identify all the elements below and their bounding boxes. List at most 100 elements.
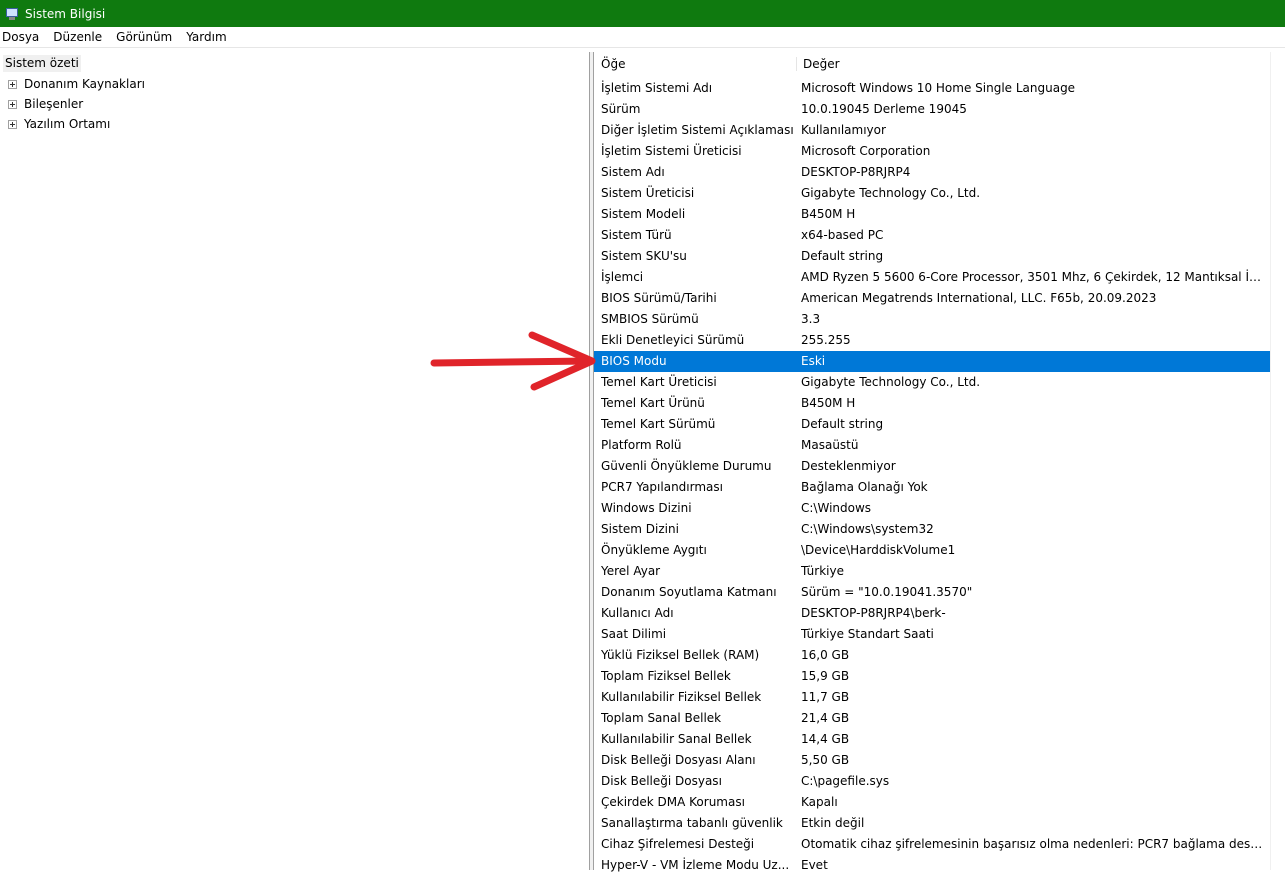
table-row[interactable]: Toplam Fiziksel Bellek 15,9 GB <box>594 666 1271 687</box>
table-row[interactable]: Sistem Adı DESKTOP-P8RJRP4 <box>594 162 1271 183</box>
table-row[interactable]: Kullanılabilir Fiziksel Bellek 11,7 GB <box>594 687 1271 708</box>
table-row[interactable]: Çekirdek DMA Koruması Kapalı <box>594 792 1271 813</box>
menu-bar: Dosya Düzenle Görünüm Yardım <box>0 27 1285 48</box>
table-row[interactable]: SMBIOS Sürümü 3.3 <box>594 309 1271 330</box>
menu-file[interactable]: Dosya <box>0 30 46 44</box>
row-value: Default string <box>801 417 884 431</box>
tree-item-hardware-resources[interactable]: Donanım Kaynakları <box>8 74 145 94</box>
tree-item-system-summary[interactable]: Sistem özeti <box>3 55 81 72</box>
row-value: B450M H <box>801 396 856 410</box>
row-item: İşletim Sistemi Adı <box>601 81 713 95</box>
table-row[interactable]: Sistem SKU'su Default string <box>594 246 1271 267</box>
table-row[interactable]: Yüklü Fiziksel Bellek (RAM) 16,0 GB <box>594 645 1271 666</box>
table-row[interactable]: Temel Kart Üreticisi Gigabyte Technology … <box>594 372 1271 393</box>
table-row[interactable]: Disk Belleği Dosyası C:\pagefile.sys <box>594 771 1271 792</box>
table-row[interactable]: Sanallaştırma tabanlı güvenlik Etkin deği… <box>594 813 1271 834</box>
table-row[interactable]: BIOS Modu Eski <box>594 351 1271 372</box>
row-value: American Megatrends International, LLC. … <box>801 291 1157 305</box>
table-row[interactable]: İşlemci AMD Ryzen 5 5600 6-Core Processor… <box>594 267 1271 288</box>
table-row[interactable]: PCR7 Yapılandırması Bağlama Olanağı Yok <box>594 477 1271 498</box>
row-value: Default string <box>801 249 884 263</box>
table-row[interactable]: Cihaz Şifrelemesi Desteği Otomatik cihaz … <box>594 834 1271 855</box>
row-value: 3.3 <box>801 312 821 326</box>
table-row[interactable]: Diğer İşletim Sistemi Açıklaması Kullanıl… <box>594 120 1271 141</box>
list-header: Öğe Değer <box>594 52 1270 76</box>
row-item: Cihaz Şifrelemesi Desteği <box>601 837 755 851</box>
tree-item-label: Donanım Kaynakları <box>24 77 145 91</box>
tree-item-components[interactable]: Bileşenler <box>8 94 83 114</box>
table-row[interactable]: Ekli Denetleyici Sürümü 255.255 <box>594 330 1271 351</box>
row-value: 5,50 GB <box>801 753 850 767</box>
table-row[interactable]: Platform Rolü Masaüstü <box>594 435 1271 456</box>
row-value: Sürüm = "10.0.19041.3570" <box>801 585 973 599</box>
row-item: İşlemci <box>601 270 644 284</box>
row-item: Toplam Sanal Bellek <box>601 711 722 725</box>
table-row[interactable]: Sistem Üreticisi Gigabyte Technology Co.,… <box>594 183 1271 204</box>
table-row[interactable]: Kullanıcı Adı DESKTOP-P8RJRP4\berk- <box>594 603 1271 624</box>
column-header-item[interactable]: Öğe <box>601 57 625 71</box>
row-item: İşletim Sistemi Üreticisi <box>601 144 742 158</box>
row-item: Diğer İşletim Sistemi Açıklaması <box>601 123 794 137</box>
row-item: Sistem Modeli <box>601 207 686 221</box>
row-item: Hyper-V - VM İzleme Modu Uz... <box>601 858 790 872</box>
row-value: Bağlama Olanağı Yok <box>801 480 928 494</box>
column-header-value[interactable]: Değer <box>796 57 840 71</box>
table-row[interactable]: Güvenli Önyükleme Durumu Desteklenmiyor <box>594 456 1271 477</box>
table-row[interactable]: Saat Dilimi Türkiye Standart Saati <box>594 624 1271 645</box>
row-value: x64-based PC <box>801 228 884 242</box>
row-item: BIOS Modu <box>601 354 667 368</box>
row-value: Kapalı <box>801 795 838 809</box>
table-row[interactable]: Sürüm 10.0.19045 Derleme 19045 <box>594 99 1271 120</box>
row-value: DESKTOP-P8RJRP4\berk- <box>801 606 946 620</box>
row-value: AMD Ryzen 5 5600 6-Core Processor, 3501 … <box>801 270 1263 284</box>
menu-help[interactable]: Yardım <box>184 30 233 44</box>
row-value: B450M H <box>801 207 856 221</box>
row-item: Sanallaştırma tabanlı güvenlik <box>601 816 783 830</box>
tree-item-label: Yazılım Ortamı <box>24 117 111 131</box>
table-row[interactable]: Windows Dizini C:\Windows <box>594 498 1271 519</box>
tree-item-software-environment[interactable]: Yazılım Ortamı <box>8 114 110 134</box>
row-item: Kullanıcı Adı <box>601 606 674 620</box>
table-row[interactable]: Sistem Modeli B450M H <box>594 204 1271 225</box>
row-value: 15,9 GB <box>801 669 850 683</box>
row-value: 21,4 GB <box>801 711 850 725</box>
table-row[interactable]: Sistem Türü x64-based PC <box>594 225 1271 246</box>
expand-plus-icon[interactable] <box>8 99 17 109</box>
details-list[interactable]: Öğe Değer İşletim Sistemi Adı Microsoft W… <box>593 52 1285 872</box>
row-value: 255.255 <box>801 333 851 347</box>
row-item: Güvenli Önyükleme Durumu <box>601 459 772 473</box>
row-value: C:\Windows <box>801 501 872 515</box>
table-row[interactable]: Yerel Ayar Türkiye <box>594 561 1271 582</box>
expand-plus-icon[interactable] <box>8 119 17 129</box>
table-row[interactable]: Önyükleme Aygıtı \Device\HarddiskVolume1 <box>594 540 1271 561</box>
row-value: 14,4 GB <box>801 732 850 746</box>
row-item: Yerel Ayar <box>601 564 661 578</box>
table-row[interactable]: Sistem Dizini C:\Windows\system32 <box>594 519 1271 540</box>
scrollbar[interactable] <box>1270 52 1285 870</box>
row-value: Masaüstü <box>801 438 859 452</box>
table-row[interactable]: Toplam Sanal Bellek 21,4 GB <box>594 708 1271 729</box>
row-value: Kullanılamıyor <box>801 123 886 137</box>
table-row[interactable]: Kullanılabilir Sanal Bellek 14,4 GB <box>594 729 1271 750</box>
category-tree[interactable]: Sistem özeti Donanım Kaynakları Bileşenl… <box>0 52 590 870</box>
row-value: 11,7 GB <box>801 690 850 704</box>
red-arrow-icon <box>430 331 596 391</box>
table-row[interactable]: Temel Kart Ürünü B450M H <box>594 393 1271 414</box>
expand-plus-icon[interactable] <box>8 79 17 89</box>
table-row[interactable]: Temel Kart Sürümü Default string <box>594 414 1271 435</box>
row-value: C:\pagefile.sys <box>801 774 890 788</box>
row-item: Ekli Denetleyici Sürümü <box>601 333 745 347</box>
row-value: Etkin değil <box>801 816 865 830</box>
table-row[interactable]: Disk Belleği Dosyası Alanı 5,50 GB <box>594 750 1271 771</box>
row-item: Windows Dizini <box>601 501 692 515</box>
table-row[interactable]: Hyper-V - VM İzleme Modu Uz... Evet <box>594 855 1271 876</box>
table-row[interactable]: İşletim Sistemi Adı Microsoft Windows 10 … <box>594 78 1271 99</box>
menu-view[interactable]: Görünüm <box>114 30 179 44</box>
row-item: Çekirdek DMA Koruması <box>601 795 745 809</box>
table-row[interactable]: Donanım Soyutlama Katmanı Sürüm = "10.0.1… <box>594 582 1271 603</box>
window-title: Sistem Bilgisi <box>25 6 106 21</box>
table-row[interactable]: BIOS Sürümü/Tarihi American Megatrends In… <box>594 288 1271 309</box>
menu-edit[interactable]: Düzenle <box>51 30 109 44</box>
row-value: C:\Windows\system32 <box>801 522 934 536</box>
table-row[interactable]: İşletim Sistemi Üreticisi Microsoft Corpo… <box>594 141 1271 162</box>
